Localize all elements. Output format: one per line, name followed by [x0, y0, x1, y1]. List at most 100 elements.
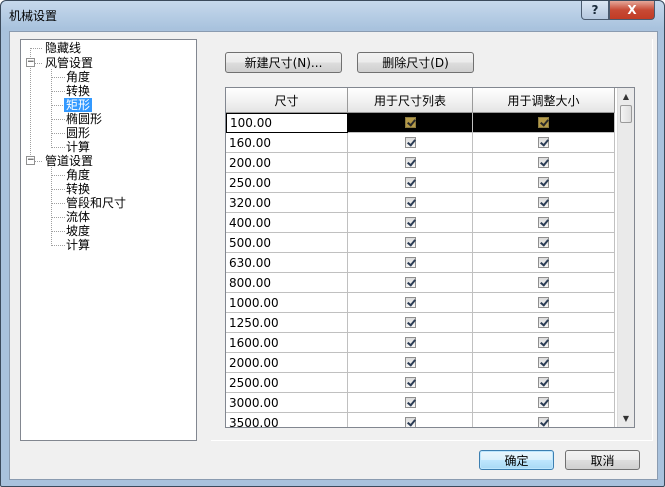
- help-button[interactable]: ?: [581, 1, 609, 20]
- size-cell[interactable]: 3000.00: [226, 393, 348, 413]
- used-in-sizing-checkbox[interactable]: [538, 157, 549, 168]
- tree-item-pipe-settings[interactable]: 管道设置: [43, 154, 95, 168]
- new-size-button[interactable]: 新建尺寸(N)...: [225, 52, 342, 73]
- used-in-size-lists-checkbox[interactable]: [404, 397, 416, 408]
- used-in-sizing-cell: [473, 253, 615, 273]
- used-in-sizing-checkbox[interactable]: [538, 377, 549, 388]
- pipe-settings-collapse-icon[interactable]: −: [26, 156, 35, 165]
- used-in-size-lists-checkbox[interactable]: [404, 337, 416, 348]
- used-in-size-lists-checkbox[interactable]: [404, 237, 416, 248]
- used-in-sizing-checkbox[interactable]: [538, 197, 549, 208]
- size-cell[interactable]: 630.00: [226, 253, 348, 273]
- table-row[interactable]: 800.00: [226, 273, 616, 293]
- tree-item-duct-settings[interactable]: 风管设置: [43, 56, 95, 70]
- table-row[interactable]: 2000.00: [226, 353, 616, 373]
- tree-item-round[interactable]: 圆形: [64, 126, 92, 140]
- table-row[interactable]: 1600.00: [226, 333, 616, 353]
- table-row[interactable]: 160.00: [226, 133, 616, 153]
- table-row[interactable]: 2500.00: [226, 373, 616, 393]
- used-in-size-lists-checkbox[interactable]: [404, 137, 416, 148]
- used-in-sizing-checkbox[interactable]: [538, 257, 549, 268]
- size-cell[interactable]: 160.00: [226, 133, 348, 153]
- used-in-size-lists-checkbox[interactable]: [404, 197, 416, 208]
- tree-item-rectangular[interactable]: 矩形: [64, 98, 93, 112]
- tree-item-slopes[interactable]: 坡度: [64, 224, 92, 238]
- table-row[interactable]: 630.00: [226, 253, 616, 273]
- table-row[interactable]: 3000.00: [226, 393, 616, 413]
- used-in-sizing-checkbox[interactable]: [538, 237, 549, 248]
- used-in-size-lists-checkbox[interactable]: [404, 297, 416, 308]
- used-in-size-lists-checkbox[interactable]: [404, 117, 416, 128]
- scroll-down-arrow-icon[interactable]: ▼: [618, 410, 634, 426]
- used-in-sizing-checkbox[interactable]: [538, 397, 549, 408]
- tree-item-segments-sizes[interactable]: 管段和尺寸: [64, 196, 128, 210]
- ok-button[interactable]: 确定: [479, 450, 554, 470]
- used-in-sizing-cell: [473, 293, 615, 313]
- tree-item-duct-calculation[interactable]: 计算: [64, 140, 92, 154]
- tree-item-duct-conversion[interactable]: 转换: [64, 84, 92, 98]
- used-in-sizing-checkbox[interactable]: [538, 337, 549, 348]
- size-cell[interactable]: 2000.00: [226, 353, 348, 373]
- used-in-sizing-checkbox[interactable]: [538, 277, 549, 288]
- table-row[interactable]: 100.00: [226, 113, 616, 133]
- size-cell[interactable]: 400.00: [226, 213, 348, 233]
- used-in-size-lists-cell: [348, 353, 473, 373]
- used-in-size-lists-checkbox[interactable]: [404, 377, 416, 388]
- size-cell[interactable]: 100.00: [226, 113, 348, 133]
- close-button[interactable]: X: [609, 1, 655, 20]
- table-row[interactable]: 1000.00: [226, 293, 616, 313]
- scroll-thumb[interactable]: [620, 105, 632, 123]
- tree-item-hidden-lines[interactable]: 隐藏线: [43, 41, 83, 55]
- table-row[interactable]: 500.00: [226, 233, 616, 253]
- column-header-used-in-sizing[interactable]: 用于调整大小: [473, 88, 615, 113]
- grid-header: 尺寸 用于尺寸列表 用于调整大小: [226, 88, 615, 113]
- size-cell[interactable]: 1600.00: [226, 333, 348, 353]
- size-cell[interactable]: 3500.00: [226, 413, 348, 427]
- size-cell[interactable]: 2500.00: [226, 373, 348, 393]
- table-row[interactable]: 400.00: [226, 213, 616, 233]
- used-in-sizing-checkbox[interactable]: [538, 137, 549, 148]
- used-in-size-lists-checkbox[interactable]: [404, 217, 416, 228]
- tree-item-fluids[interactable]: 流体: [64, 210, 92, 224]
- delete-size-button[interactable]: 删除尺寸(D): [357, 52, 474, 73]
- used-in-size-lists-checkbox[interactable]: [404, 177, 416, 188]
- tree-item-pipe-calculation[interactable]: 计算: [64, 238, 92, 252]
- tree-item-pipe-conversion[interactable]: 转换: [64, 182, 92, 196]
- table-row[interactable]: 200.00: [226, 153, 616, 173]
- scroll-up-arrow-icon[interactable]: ▲: [618, 88, 634, 104]
- table-row[interactable]: 250.00: [226, 173, 616, 193]
- window-title: 机械设置: [9, 9, 58, 23]
- used-in-size-lists-cell: [348, 293, 473, 313]
- used-in-size-lists-checkbox[interactable]: [404, 277, 416, 288]
- used-in-size-lists-checkbox[interactable]: [404, 317, 416, 328]
- used-in-sizing-checkbox[interactable]: [538, 297, 549, 308]
- size-cell[interactable]: 800.00: [226, 273, 348, 293]
- size-cell[interactable]: 500.00: [226, 233, 348, 253]
- tree-item-oval[interactable]: 椭圆形: [64, 112, 104, 126]
- used-in-sizing-checkbox[interactable]: [538, 357, 549, 368]
- used-in-size-lists-checkbox[interactable]: [404, 417, 416, 427]
- used-in-size-lists-checkbox[interactable]: [404, 357, 416, 368]
- column-header-used-in-size-lists[interactable]: 用于尺寸列表: [348, 88, 473, 113]
- used-in-sizing-checkbox[interactable]: [538, 217, 549, 228]
- duct-settings-collapse-icon[interactable]: −: [26, 58, 35, 67]
- column-header-size[interactable]: 尺寸: [226, 88, 348, 113]
- used-in-sizing-checkbox[interactable]: [538, 177, 549, 188]
- table-row[interactable]: 320.00: [226, 193, 616, 213]
- used-in-sizing-checkbox[interactable]: [538, 117, 549, 128]
- used-in-sizing-checkbox[interactable]: [538, 417, 549, 427]
- size-cell[interactable]: 320.00: [226, 193, 348, 213]
- table-row[interactable]: 3500.00: [226, 413, 616, 427]
- used-in-size-lists-checkbox[interactable]: [404, 157, 416, 168]
- used-in-size-lists-checkbox[interactable]: [404, 257, 416, 268]
- size-cell[interactable]: 1000.00: [226, 293, 348, 313]
- size-cell[interactable]: 1250.00: [226, 313, 348, 333]
- tree-item-duct-angle[interactable]: 角度: [64, 70, 92, 84]
- size-cell[interactable]: 200.00: [226, 153, 348, 173]
- cancel-button[interactable]: 取消: [565, 450, 640, 470]
- grid-scrollbar[interactable]: ▲ ▼: [617, 88, 634, 427]
- size-cell[interactable]: 250.00: [226, 173, 348, 193]
- used-in-sizing-checkbox[interactable]: [538, 317, 549, 328]
- tree-item-pipe-angle[interactable]: 角度: [64, 168, 92, 182]
- table-row[interactable]: 1250.00: [226, 313, 616, 333]
